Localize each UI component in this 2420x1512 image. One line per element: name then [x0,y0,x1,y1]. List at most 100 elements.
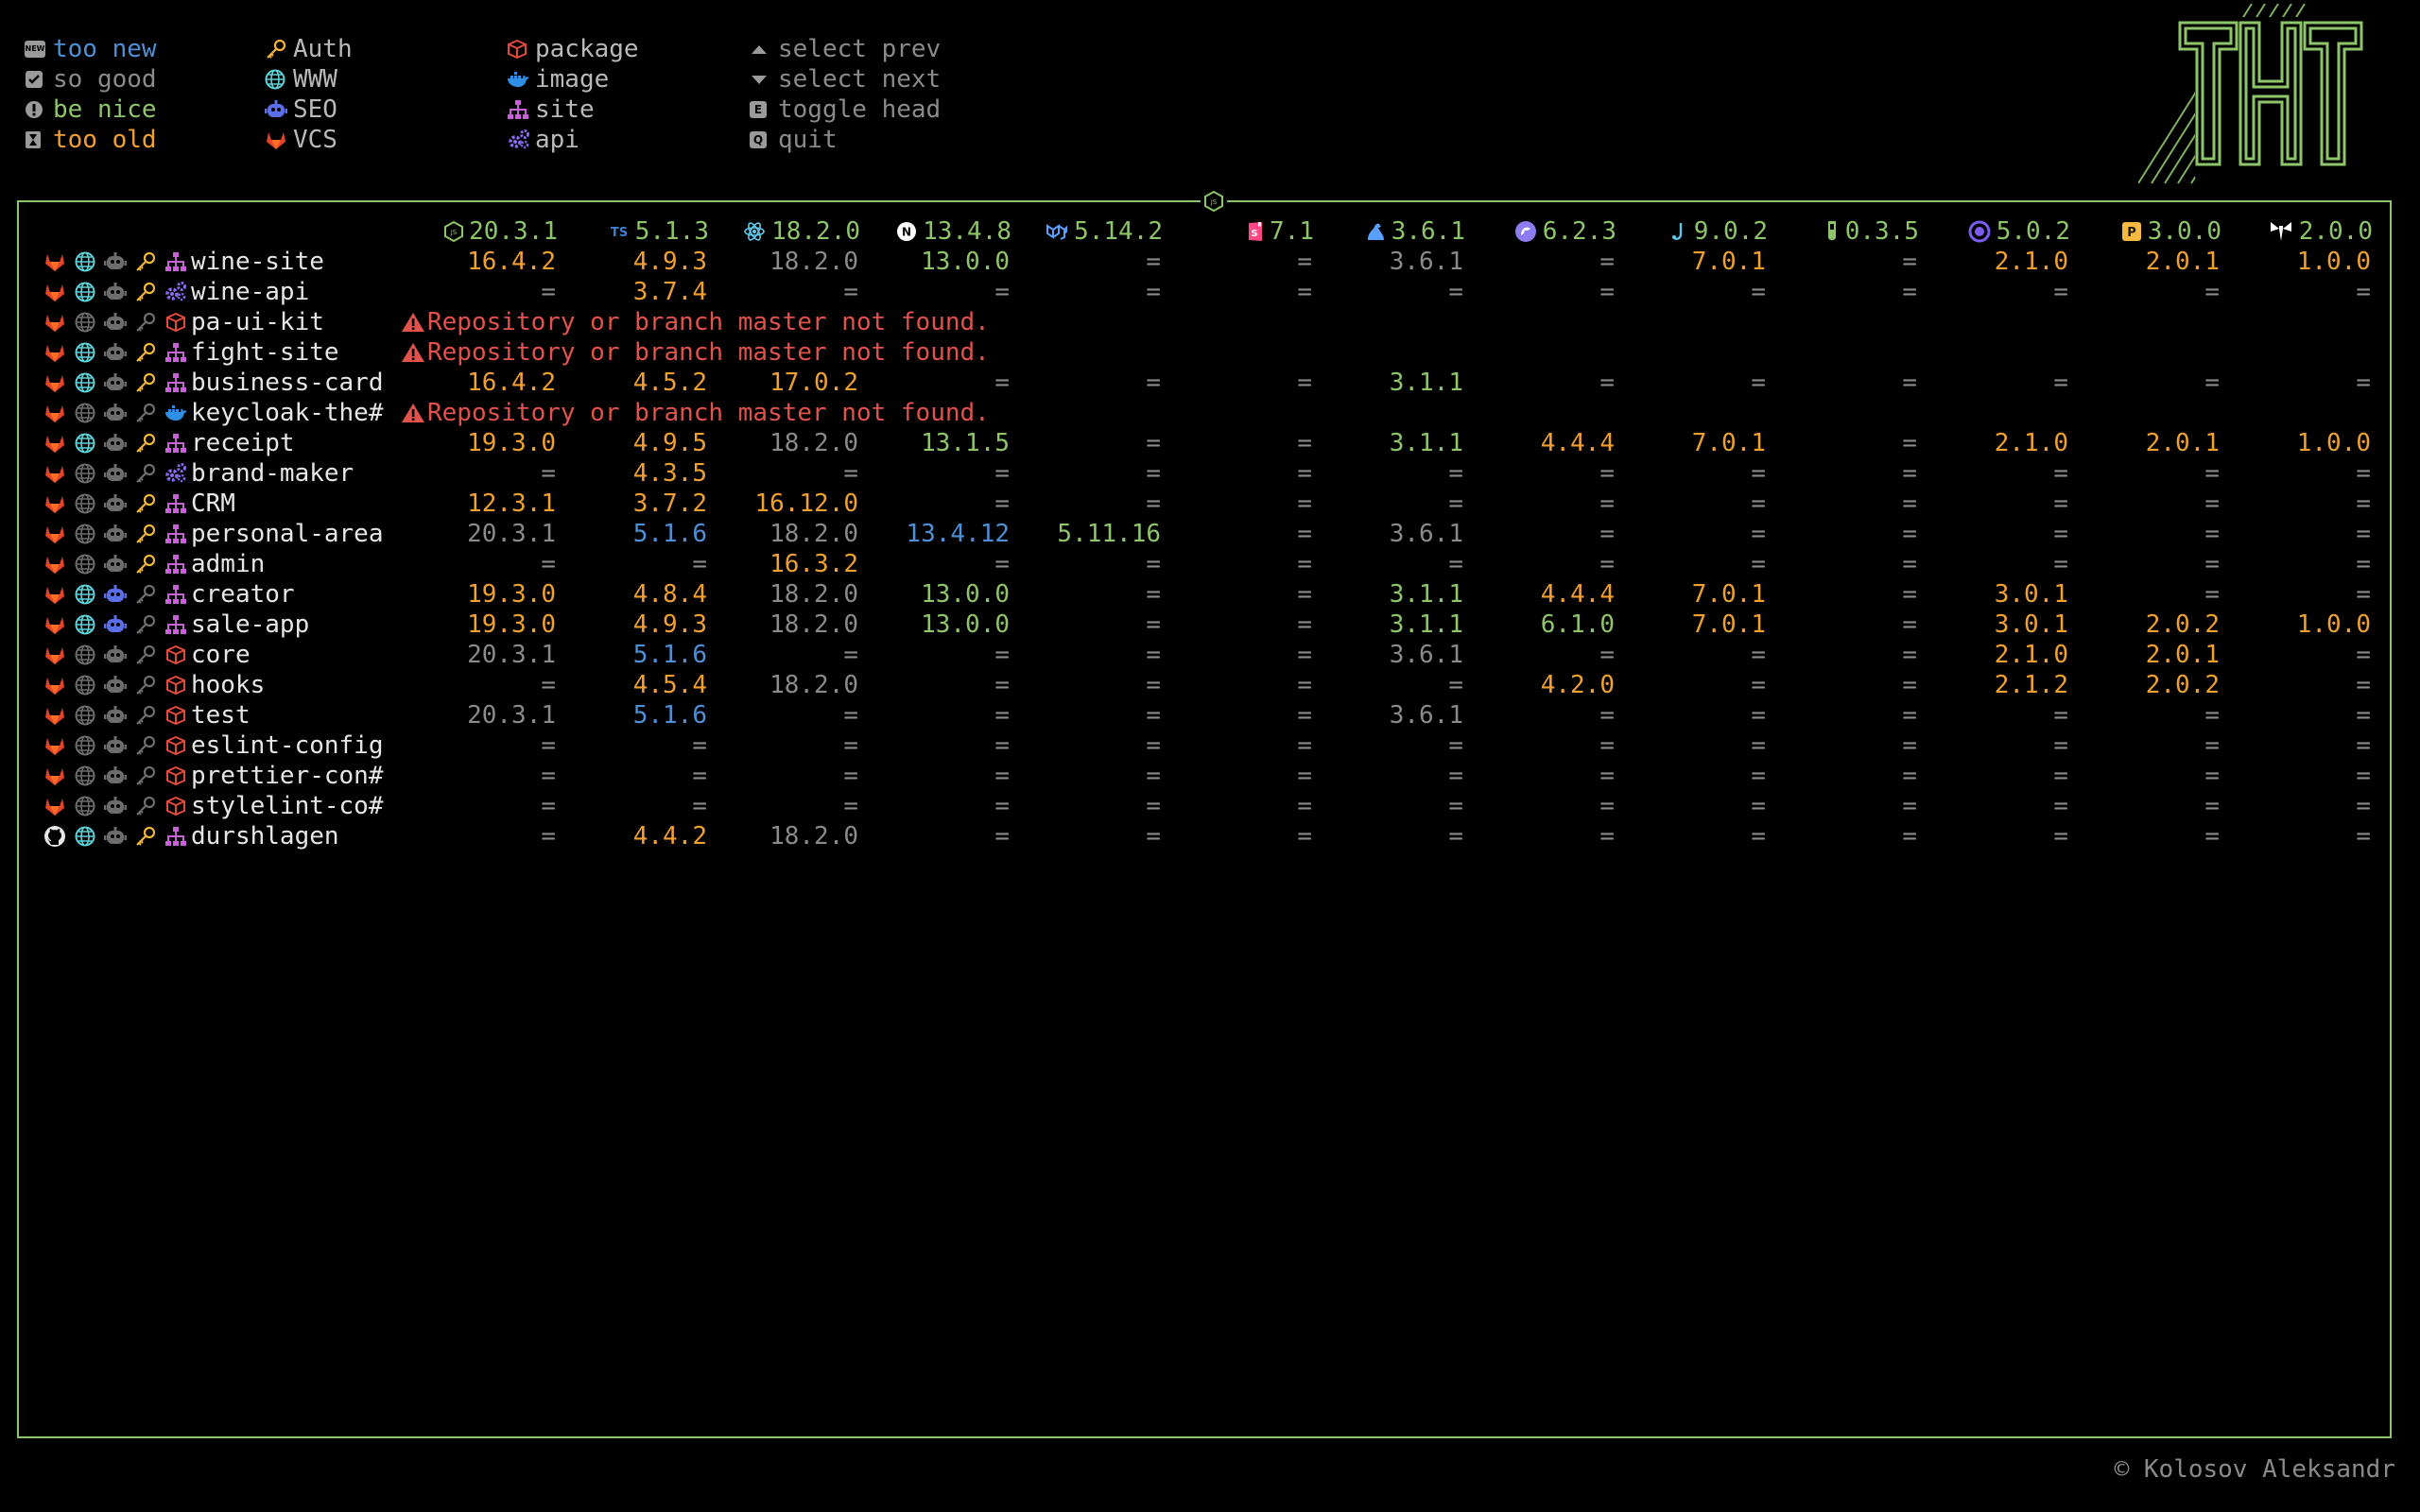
table-row[interactable]: business-card 16.4.2 4.5.2 17.0.2 = = = 3.1.1 = =… [19,368,2394,398]
empty-cell: = [994,278,1010,306]
table-row[interactable]: admin = = 16.3.2 = = = = = = = = = = [19,549,2394,579]
table-row[interactable]: fight-site Repository or branch master no… [19,337,2394,368]
empty-cell: = [2204,762,2220,790]
legend-select-prev: select prev [750,34,941,64]
sitemap-icon [161,821,191,851]
column-header[interactable]: 6.2.3 [1514,216,1616,247]
column-header[interactable]: 9.0.2 [1669,216,1768,247]
globe-icon [265,69,293,90]
table-row[interactable]: personal-area 20.3.1 5.1.6 18.2.0 13.4.12 5.1… [19,519,2394,549]
table-row[interactable]: brand-maker = 4.3.5 = = = = = = = = = = = [19,458,2394,489]
version-cell: 3.6.1 [1389,641,1463,669]
version-cell: 2.1.2 [1994,671,2068,699]
table-row[interactable]: wine-site 16.4.2 4.9.3 18.2.0 13.0.0 = = 3.6.1 =… [19,247,2394,277]
empty-cell: = [2204,459,2220,488]
table-header[interactable]: JS 20.3.1 TS 5.1.3 18.2.0 N 13.4.8 5.14.2 S 7.1 3.… [19,216,2394,247]
empty-cell: = [994,822,1010,850]
version-cell: 5.1.6 [632,520,707,548]
gitlab-icon [40,519,70,549]
column-header[interactable]: 2.0.0 [2269,216,2373,247]
version-cell: 4.9.5 [632,429,707,457]
package-icon [161,640,191,670]
robot-icon [100,761,130,791]
svg-text:P: P [2127,226,2136,240]
version-cell: 18.2.0 [769,580,858,609]
table-row[interactable]: core 20.3.1 5.1.6 = = = = 3.6.1 = = = 2.1.0 2.0.1 = [19,640,2394,670]
version-cell: 2.0.1 [2145,429,2220,457]
version-cell: 20.3.1 [467,641,556,669]
gitlab-icon [40,700,70,730]
gitlab-icon [40,791,70,821]
row-tag-icons [40,428,191,458]
empty-cell: = [1599,459,1615,488]
empty-cell: = [994,701,1010,730]
empty-cell: = [994,792,1010,820]
globe-icon [70,489,100,519]
row-tag-icons [40,277,191,307]
tuxedo-icon [2269,220,2293,243]
legend-keys: select prev select next E toggle head Q … [750,34,941,155]
table-row[interactable]: keycloak-the# Repository or branch master… [19,398,2394,428]
empty-cell: = [541,792,556,820]
column-header[interactable]: S 7.1 [1247,216,1314,247]
gitlab-icon [265,129,293,150]
project-name: test [191,701,251,730]
column-header[interactable]: 18.2.0 [743,216,860,247]
empty-cell: = [1297,580,1312,609]
legend-label: be nice [53,95,157,124]
table-row[interactable]: sale-app 19.3.0 4.9.3 18.2.0 13.0.0 = = 3.1.1 6.… [19,610,2394,640]
version-cell: 2.1.0 [1994,248,2068,276]
project-name: creator [191,580,295,609]
table-row[interactable]: stylelint-co# = = = = = = = = = = = = = [19,791,2394,821]
table-row[interactable]: hooks = 4.5.4 18.2.0 = = = = 4.2.0 = = 2.1.2 2.0.2 = [19,670,2394,700]
globe-icon [70,307,100,337]
empty-cell: = [994,550,1010,578]
empty-cell: = [541,278,556,306]
table-row[interactable]: CRM 12.3.1 3.7.2 16.12.0 = = = = = = = = = = [19,489,2394,519]
key-e-icon: E [750,101,778,118]
empty-cell: = [1146,731,1161,760]
version-cell: 4.5.4 [632,671,707,699]
table-row[interactable]: creator 19.3.0 4.8.4 18.2.0 13.0.0 = = 3.1.1 4.4… [19,579,2394,610]
version-cell: 1.0.0 [2296,248,2371,276]
jest-icon [1669,221,1688,242]
gitlab-icon [40,670,70,700]
key-icon [130,791,161,821]
table-row[interactable]: test 20.3.1 5.1.6 = = = = 3.6.1 = = = = = = [19,700,2394,730]
globe-icon [70,670,100,700]
empty-cell: = [843,762,858,790]
app-logo [2137,3,2384,199]
globe-icon [70,458,100,489]
empty-cell: = [2356,671,2371,699]
table-row[interactable]: receipt 19.3.0 4.9.5 18.2.0 13.1.5 = = 3.1.1 4.4… [19,428,2394,458]
column-header[interactable]: N 13.4.8 [896,216,1011,247]
legend-api: api [507,125,639,155]
empty-cell: = [2053,278,2068,306]
gitlab-icon [40,307,70,337]
row-tag-icons [40,670,191,700]
table-row[interactable]: wine-api = 3.7.4 = = = = = = = = = = = [19,277,2394,307]
column-header[interactable]: 5.14.2 [1046,216,1163,247]
column-header[interactable]: P 3.0.0 [2121,216,2221,247]
table-row[interactable]: prettier-con# = = = = = = = = = = = = = [19,761,2394,791]
legend-label: WWW [293,65,337,94]
column-header[interactable]: 3.6.1 [1365,216,1465,247]
empty-cell: = [692,762,707,790]
empty-cell: = [1297,550,1312,578]
column-header[interactable]: 5.0.2 [1968,216,2070,247]
row-tag-icons [40,368,191,398]
column-header[interactable]: JS 20.3.1 [444,216,558,247]
version-cell: 4.8.4 [632,580,707,609]
version-cell: 2.0.2 [2145,610,2220,639]
table-row[interactable]: eslint-config = = = = = = = = = = = = = [19,730,2394,761]
column-header[interactable]: 0.3.5 [1824,216,1919,247]
version-cell: 13.4.12 [906,520,1010,548]
key-icon [130,337,161,368]
empty-cell: = [1448,459,1463,488]
column-header[interactable]: TS 5.1.3 [609,216,709,247]
table-row[interactable]: pa-ui-kit Repository or branch master not… [19,307,2394,337]
empty-cell: = [2053,520,2068,548]
table-row[interactable]: durshlagen = 4.4.2 18.2.0 = = = = = = = = = = [19,821,2394,851]
legend-label: quit [778,126,838,154]
empty-cell: = [1599,550,1615,578]
